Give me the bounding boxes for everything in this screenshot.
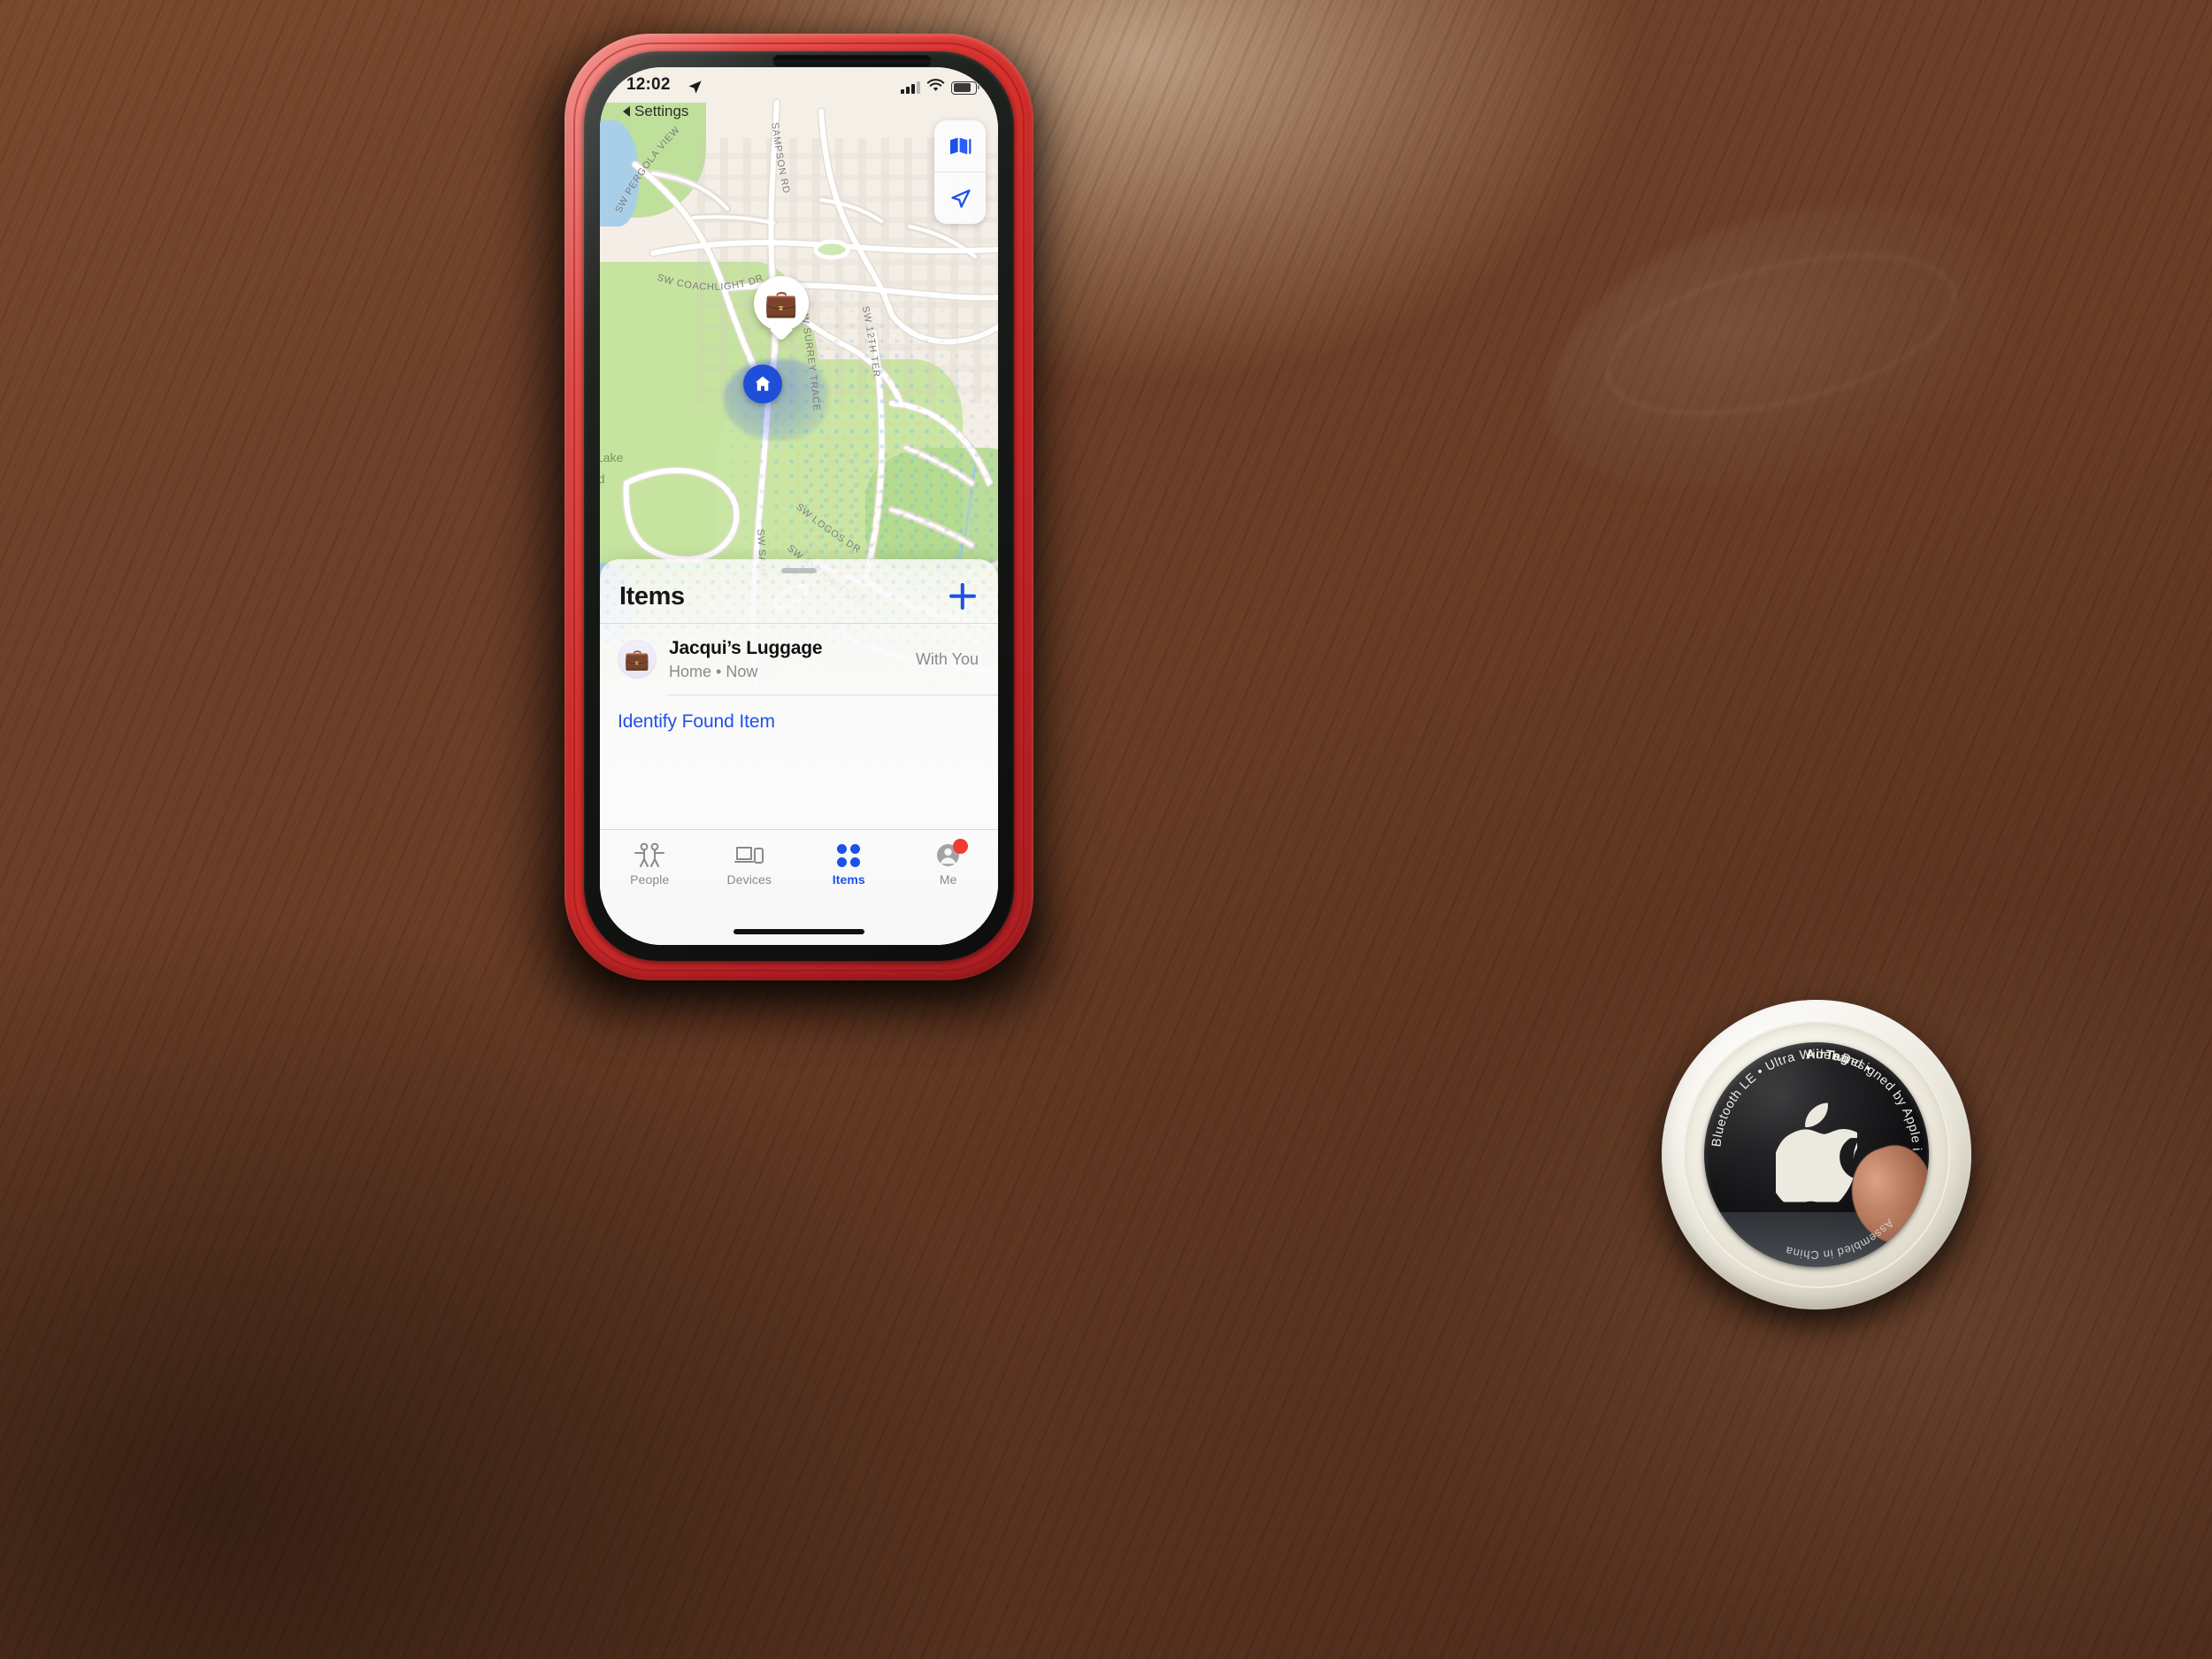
- tab-label: Me: [939, 872, 957, 887]
- item-name: Jacqui’s Luggage: [669, 638, 823, 658]
- add-item-button[interactable]: [947, 580, 979, 612]
- tab-items[interactable]: Items: [799, 841, 899, 887]
- airtag-steel-disc: Bluetooth LE • Ultra Wideband • AirTag •…: [1704, 1042, 1929, 1267]
- list-item[interactable]: 💼 Jacqui’s Luggage Home • Now With You: [600, 624, 998, 695]
- suitcase-icon: 💼: [618, 640, 657, 680]
- status-badge: With You: [915, 649, 979, 668]
- wifi-icon: [926, 79, 945, 96]
- airtag-engraving-bottom: Assembled in China: [1784, 1217, 1897, 1262]
- people-icon: [634, 841, 665, 867]
- map-controls: [934, 120, 986, 224]
- back-link-label: Settings: [634, 103, 689, 119]
- home-icon[interactable]: [743, 365, 782, 403]
- location-arrow-icon: [950, 188, 971, 208]
- earpiece-speaker: [772, 55, 932, 66]
- identify-found-item-link[interactable]: Identify Found Item: [618, 711, 775, 732]
- tab-label: People: [630, 872, 670, 887]
- tab-devices[interactable]: Devices: [700, 841, 800, 887]
- location-arrow-icon: [687, 80, 703, 99]
- status-time: 12:02: [626, 75, 671, 94]
- person-avatar-icon: [936, 839, 969, 867]
- cellular-bars-icon: [901, 81, 920, 94]
- items-grid-icon: [837, 841, 861, 867]
- home-indicator[interactable]: [733, 929, 864, 934]
- locate-me-button[interactable]: [934, 172, 986, 224]
- airtag-engraving: Bluetooth LE • Ultra Wideband • AirTag •…: [1704, 1042, 1923, 1262]
- park-label-line1: Lake: [600, 450, 624, 465]
- item-subtitle: Home • Now: [669, 662, 758, 680]
- photo-scene: SW PERGOLA VIEW SAMPSON RD SW COACHLIGHT…: [0, 0, 2212, 1659]
- park-label-line2: nd: [600, 472, 605, 486]
- airtag: Bluetooth LE • Ultra Wideband • AirTag •…: [1662, 1000, 1971, 1310]
- tab-bar: People Devices Items Me: [600, 829, 998, 945]
- identify-found-item-row[interactable]: Identify Found Item: [600, 695, 998, 749]
- devices-icon: [733, 841, 764, 867]
- phone-screen: SW PERGOLA VIEW SAMPSON RD SW COACHLIGHT…: [600, 67, 998, 945]
- map-item-pin[interactable]: 💼: [754, 276, 809, 342]
- battery-icon: [951, 81, 980, 95]
- tab-label: Items: [832, 872, 865, 887]
- status-badge: [953, 839, 969, 854]
- back-caret-icon: [623, 106, 630, 117]
- back-to-settings-link[interactable]: Settings: [623, 103, 688, 120]
- tab-people[interactable]: People: [600, 841, 700, 887]
- status-indicators: [901, 79, 980, 96]
- map-layers-icon: [950, 137, 972, 155]
- sheet-header: Items: [600, 559, 998, 623]
- tab-label: Devices: [726, 872, 772, 887]
- map-layers-button[interactable]: [934, 120, 986, 172]
- item-text-block: Jacqui’s Luggage Home • Now: [669, 638, 903, 680]
- page-title: Items: [619, 581, 685, 611]
- tab-me[interactable]: Me: [899, 839, 999, 887]
